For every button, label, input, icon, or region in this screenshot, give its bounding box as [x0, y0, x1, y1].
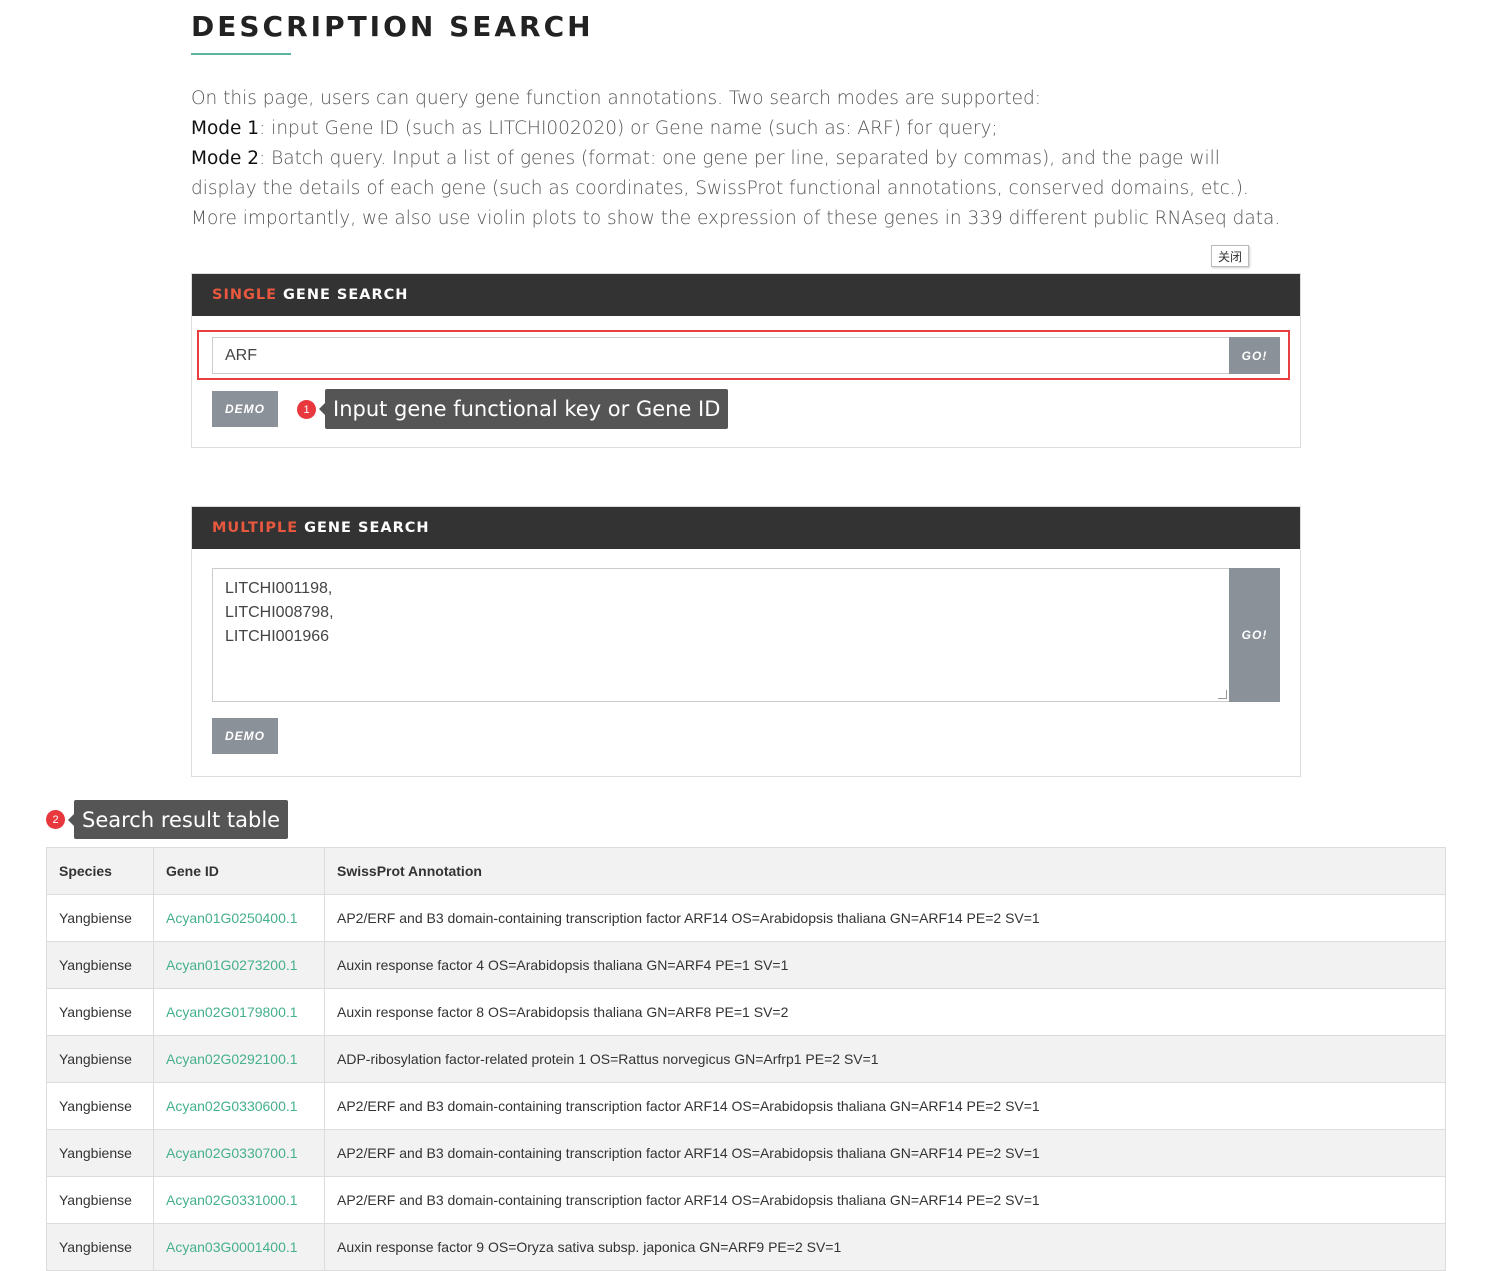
gene-list-line: LITCHI001198,	[225, 580, 333, 597]
gene-id-link[interactable]: Acyan01G0273200.1	[153, 941, 325, 989]
species-cell: Yangbiense	[46, 988, 154, 1036]
intro-line: On this page, users can query gene funct…	[191, 88, 1041, 109]
results-tooltip: Search result table	[67, 800, 289, 839]
step-badge-1: 1	[297, 400, 316, 419]
multiple-header-text: GENE SEARCH	[304, 520, 430, 536]
gene-list-textarea[interactable]: LITCHI001198, LITCHI008798, LITCHI001966	[212, 568, 1230, 702]
results-table: Species Gene ID SwissProt Annotation Yan…	[46, 847, 1446, 1271]
annotation-cell: Auxin response factor 9 OS=Oryza sativa …	[324, 1223, 1446, 1271]
annotation-cell: Auxin response factor 8 OS=Arabidopsis t…	[324, 988, 1446, 1036]
table-row: Yangbiense Acyan02G0292100.1 ADP-ribosyl…	[46, 1035, 1446, 1083]
single-gene-search-panel: SINGLE GENE SEARCH ARF GO! DEMO 1 Input …	[191, 273, 1301, 448]
gene-id-link[interactable]: Acyan02G0331000.1	[153, 1176, 325, 1224]
gene-id-link[interactable]: Acyan02G0330600.1	[153, 1082, 325, 1130]
gene-search-input[interactable]: ARF	[212, 337, 1230, 374]
species-cell: Yangbiense	[46, 1035, 154, 1083]
mode1-label: Mode 1	[191, 118, 260, 139]
multiple-go-button[interactable]: GO!	[1229, 568, 1280, 702]
single-demo-button[interactable]: DEMO	[212, 391, 278, 427]
species-cell: Yangbiense	[46, 941, 154, 989]
mode1-text: : input Gene ID (such as LITCHI002020) o…	[259, 118, 998, 139]
table-row: Yangbiense Acyan02G0330700.1 AP2/ERF and…	[46, 1129, 1446, 1177]
page-title: DESCRIPTION SEARCH	[191, 10, 594, 43]
species-cell: Yangbiense	[46, 1176, 154, 1224]
species-cell: Yangbiense	[46, 1129, 154, 1177]
gene-id-link[interactable]: Acyan02G0330700.1	[153, 1129, 325, 1177]
gene-id-link[interactable]: Acyan03G0001400.1	[153, 1223, 325, 1271]
intro-text: On this page, users can query gene funct…	[191, 84, 1291, 234]
multiple-header-accent: MULTIPLE	[212, 520, 299, 536]
multiple-panel-header: MULTIPLE GENE SEARCH	[192, 507, 1300, 549]
annotation-cell: Auxin response factor 4 OS=Arabidopsis t…	[324, 941, 1446, 989]
gene-id-link[interactable]: Acyan01G0250400.1	[153, 894, 325, 942]
single-header-accent: SINGLE	[212, 287, 278, 303]
gene-list-line: LITCHI008798,	[225, 604, 334, 621]
gene-id-link[interactable]: Acyan02G0292100.1	[153, 1035, 325, 1083]
annotation-cell: AP2/ERF and B3 domain-containing transcr…	[324, 1176, 1446, 1224]
title-underline	[191, 53, 291, 55]
annotation-cell: AP2/ERF and B3 domain-containing transcr…	[324, 1082, 1446, 1130]
mode2-description: Mode 2: Batch query. Input a list of gen…	[191, 144, 1291, 234]
close-button[interactable]: 关闭	[1211, 245, 1249, 267]
table-row: Yangbiense Acyan01G0250400.1 AP2/ERF and…	[46, 894, 1446, 942]
gene-list-line: LITCHI001966	[225, 628, 330, 645]
single-tooltip: Input gene functional key or Gene ID	[318, 389, 729, 429]
annotation-cell: AP2/ERF and B3 domain-containing transcr…	[324, 894, 1446, 942]
mode2-label: Mode 2	[191, 148, 260, 169]
gene-id-link[interactable]: Acyan02G0179800.1	[153, 988, 325, 1036]
column-header-gene-id[interactable]: Gene ID	[153, 847, 325, 895]
mode1-description: Mode 1: input Gene ID (such as LITCHI002…	[191, 114, 1291, 144]
species-cell: Yangbiense	[46, 1223, 154, 1271]
single-header-text: GENE SEARCH	[283, 287, 409, 303]
column-header-annotation[interactable]: SwissProt Annotation	[324, 847, 1446, 895]
table-row: Yangbiense Acyan02G0331000.1 AP2/ERF and…	[46, 1176, 1446, 1224]
single-panel-header: SINGLE GENE SEARCH	[192, 274, 1300, 316]
species-cell: Yangbiense	[46, 894, 154, 942]
step-badge-2: 2	[46, 810, 65, 829]
table-row: Yangbiense Acyan02G0179800.1 Auxin respo…	[46, 988, 1446, 1036]
resize-handle-icon[interactable]	[1218, 690, 1227, 699]
table-row: Yangbiense Acyan01G0273200.1 Auxin respo…	[46, 941, 1446, 989]
table-row: Yangbiense Acyan02G0330600.1 AP2/ERF and…	[46, 1082, 1446, 1130]
single-panel-body: ARF GO! DEMO 1 Input gene functional key…	[192, 316, 1300, 446]
mode2-text: : Batch query. Input a list of genes (fo…	[191, 148, 1281, 229]
table-row: Yangbiense Acyan03G0001400.1 Auxin respo…	[46, 1223, 1446, 1271]
species-cell: Yangbiense	[46, 1082, 154, 1130]
table-header-row: Species Gene ID SwissProt Annotation	[46, 847, 1446, 895]
column-header-species[interactable]: Species	[46, 847, 154, 895]
multiple-gene-search-panel: MULTIPLE GENE SEARCH LITCHI001198, LITCH…	[191, 506, 1301, 777]
multiple-demo-button[interactable]: DEMO	[212, 718, 278, 754]
single-go-button[interactable]: GO!	[1229, 337, 1280, 374]
annotation-cell: ADP-ribosylation factor-related protein …	[324, 1035, 1446, 1083]
annotation-cell: AP2/ERF and B3 domain-containing transcr…	[324, 1129, 1446, 1177]
